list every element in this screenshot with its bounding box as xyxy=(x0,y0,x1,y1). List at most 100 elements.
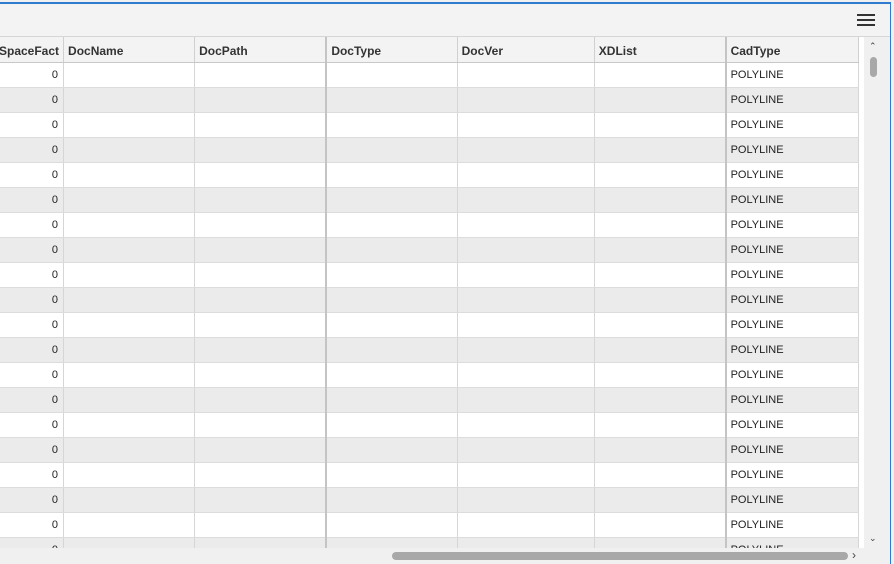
cell-xdlist[interactable] xyxy=(594,412,727,438)
cell-docpath[interactable] xyxy=(194,237,328,263)
cell-docpath[interactable] xyxy=(194,162,328,188)
column-header-docver[interactable]: DocVer xyxy=(457,37,595,63)
cell-cadtype[interactable]: POLYLINE xyxy=(725,387,859,413)
cell-docname[interactable] xyxy=(63,387,196,413)
cell-xdlist[interactable] xyxy=(594,137,727,163)
cell-docver[interactable] xyxy=(457,337,595,363)
cell-doctype[interactable] xyxy=(326,412,458,438)
cell-docpath[interactable] xyxy=(194,437,328,463)
cell-xdlist[interactable] xyxy=(594,512,727,538)
cell-docname[interactable] xyxy=(63,187,196,213)
cell-xdlist[interactable] xyxy=(594,212,727,238)
cell-docname[interactable] xyxy=(63,62,196,88)
cell-docpath[interactable] xyxy=(194,187,328,213)
cell-docver[interactable] xyxy=(457,262,595,288)
cell-docname[interactable] xyxy=(63,462,196,488)
cell-spacefact[interactable]: 0 xyxy=(0,362,65,388)
cell-docname[interactable] xyxy=(63,512,196,538)
cell-docver[interactable] xyxy=(457,187,595,213)
cell-docpath[interactable] xyxy=(194,212,328,238)
cell-doctype[interactable] xyxy=(326,312,458,338)
cell-docver[interactable] xyxy=(457,287,595,313)
table-row[interactable]: 0 POLYLINE xyxy=(0,487,859,513)
cell-docver[interactable] xyxy=(457,212,595,238)
cell-docname[interactable] xyxy=(63,437,196,463)
cell-cadtype[interactable]: POLYLINE xyxy=(725,137,859,163)
cell-spacefact[interactable]: 0 xyxy=(0,87,65,113)
cell-doctype[interactable] xyxy=(326,212,458,238)
cell-spacefact[interactable]: 0 xyxy=(0,512,65,538)
cell-docpath[interactable] xyxy=(194,87,328,113)
cell-docpath[interactable] xyxy=(194,287,328,313)
cell-spacefact[interactable]: 0 xyxy=(0,487,65,513)
horizontal-scroll-thumb[interactable] xyxy=(392,552,848,560)
cell-doctype[interactable] xyxy=(326,462,458,488)
table-row[interactable]: 0 POLYLINE xyxy=(0,337,859,363)
cell-xdlist[interactable] xyxy=(594,287,727,313)
cell-xdlist[interactable] xyxy=(594,312,727,338)
cell-docver[interactable] xyxy=(457,112,595,138)
cell-doctype[interactable] xyxy=(326,187,458,213)
cell-docver[interactable] xyxy=(457,137,595,163)
cell-docver[interactable] xyxy=(457,387,595,413)
table-row[interactable]: 0 POLYLINE xyxy=(0,312,859,338)
cell-xdlist[interactable] xyxy=(594,262,727,288)
cell-doctype[interactable] xyxy=(326,512,458,538)
table-row[interactable]: 0 POLYLINE xyxy=(0,362,859,388)
table-row[interactable]: 0 POLYLINE xyxy=(0,512,859,538)
cell-doctype[interactable] xyxy=(326,287,458,313)
cell-docname[interactable] xyxy=(63,112,196,138)
table-row[interactable]: 0 POLYLINE xyxy=(0,212,859,238)
table-row[interactable]: 0 POLYLINE xyxy=(0,387,859,413)
cell-docpath[interactable] xyxy=(194,112,328,138)
table-row[interactable]: 0 POLYLINE xyxy=(0,162,859,188)
cell-xdlist[interactable] xyxy=(594,187,727,213)
cell-spacefact[interactable]: 0 xyxy=(0,262,65,288)
cell-cadtype[interactable]: POLYLINE xyxy=(725,262,859,288)
cell-xdlist[interactable] xyxy=(594,162,727,188)
cell-xdlist[interactable] xyxy=(594,62,727,88)
cell-doctype[interactable] xyxy=(326,362,458,388)
cell-spacefact[interactable]: 0 xyxy=(0,312,65,338)
cell-docpath[interactable] xyxy=(194,312,328,338)
cell-doctype[interactable] xyxy=(326,87,458,113)
cell-docname[interactable] xyxy=(63,137,196,163)
cell-docver[interactable] xyxy=(457,412,595,438)
cell-cadtype[interactable]: POLYLINE xyxy=(725,287,859,313)
chevron-up-icon[interactable]: ⌃ xyxy=(869,41,877,52)
cell-spacefact[interactable]: 0 xyxy=(0,162,65,188)
cell-cadtype[interactable]: POLYLINE xyxy=(725,487,859,513)
cell-docname[interactable] xyxy=(63,312,196,338)
cell-xdlist[interactable] xyxy=(594,437,727,463)
cell-cadtype[interactable]: POLYLINE xyxy=(725,362,859,388)
cell-docpath[interactable] xyxy=(194,362,328,388)
table-row[interactable]: 0 POLYLINE xyxy=(0,462,859,488)
chevron-right-icon[interactable]: › xyxy=(852,548,856,562)
cell-cadtype[interactable]: POLYLINE xyxy=(725,537,859,548)
cell-docver[interactable] xyxy=(457,362,595,388)
cell-spacefact[interactable]: 0 xyxy=(0,337,65,363)
cell-cadtype[interactable]: POLYLINE xyxy=(725,112,859,138)
cell-spacefact[interactable]: 0 xyxy=(0,137,65,163)
cell-docpath[interactable] xyxy=(194,537,328,548)
cell-spacefact[interactable]: 0 xyxy=(0,437,65,463)
cell-spacefact[interactable]: 0 xyxy=(0,212,65,238)
cell-docpath[interactable] xyxy=(194,487,328,513)
cell-cadtype[interactable]: POLYLINE xyxy=(725,87,859,113)
table-row[interactable]: 0 POLYLINE xyxy=(0,287,859,313)
cell-xdlist[interactable] xyxy=(594,487,727,513)
cell-cadtype[interactable]: POLYLINE xyxy=(725,212,859,238)
cell-spacefact[interactable]: 0 xyxy=(0,462,65,488)
cell-cadtype[interactable]: POLYLINE xyxy=(725,437,859,463)
table-row[interactable]: 0 POLYLINE xyxy=(0,262,859,288)
cell-docname[interactable] xyxy=(63,162,196,188)
cell-spacefact[interactable]: 0 xyxy=(0,412,65,438)
table-row[interactable]: 0 POLYLINE xyxy=(0,87,859,113)
cell-doctype[interactable] xyxy=(326,337,458,363)
cell-docname[interactable] xyxy=(63,237,196,263)
cell-spacefact[interactable]: 0 xyxy=(0,237,65,263)
table-row[interactable]: 0 POLYLINE xyxy=(0,537,859,548)
cell-docpath[interactable] xyxy=(194,462,328,488)
cell-docname[interactable] xyxy=(63,412,196,438)
cell-xdlist[interactable] xyxy=(594,462,727,488)
